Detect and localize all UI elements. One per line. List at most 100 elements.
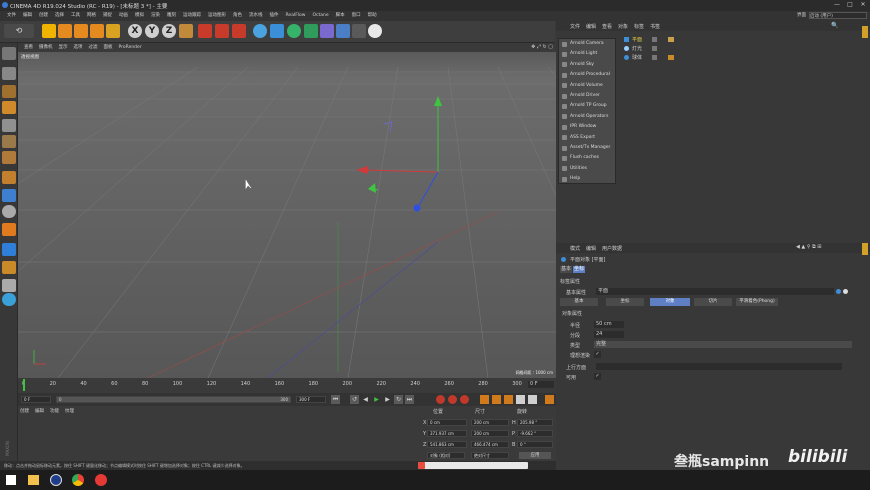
gizmo-x-axis[interactable]: [363, 169, 439, 173]
coord-mode-select[interactable]: 对象 (相对): [427, 452, 465, 459]
undo-icon[interactable]: ⟲: [4, 24, 34, 38]
apply-button[interactable]: 应用: [519, 452, 551, 459]
menu-create[interactable]: 创建: [39, 11, 48, 21]
ipr-window-item[interactable]: IPR Window: [559, 122, 617, 132]
menu-motion-tracking[interactable]: 运动跟踪: [183, 11, 201, 21]
menu-tools[interactable]: 工具: [71, 11, 80, 21]
planar-workplane-icon[interactable]: [2, 243, 16, 256]
arnold-driver-item[interactable]: Arnold Driver: [559, 91, 617, 101]
arnold-sky-item[interactable]: Arnold Sky: [559, 60, 617, 70]
rotate-icon[interactable]: [90, 24, 104, 38]
go-to-start-icon[interactable]: ⏮: [331, 395, 340, 404]
visibility-toggle-icon[interactable]: [652, 46, 657, 51]
next-frame-icon[interactable]: ▶: [383, 395, 392, 404]
visibility-toggle-icon[interactable]: [652, 55, 657, 60]
om-menu-objects[interactable]: 对象: [618, 23, 628, 30]
record-key-icon[interactable]: [436, 395, 445, 404]
attr-tab-object[interactable]: 对象: [650, 298, 690, 306]
viewport-menu-display[interactable]: 显示: [59, 43, 68, 52]
object-row[interactable]: 球体: [622, 54, 702, 62]
texture-mode-icon[interactable]: [2, 85, 16, 98]
camera-icon[interactable]: [352, 24, 366, 38]
arnold-camera-item[interactable]: Arnold Camera: [559, 39, 617, 49]
workplane-mode-icon[interactable]: [2, 101, 16, 114]
arnold-procedural-item[interactable]: Arnold Procedural: [559, 70, 617, 80]
keyframe-selection-icon[interactable]: [460, 395, 469, 404]
minimize-button[interactable]: —: [832, 1, 842, 9]
key-rotation-icon[interactable]: [504, 395, 513, 404]
viewport-menu-options[interactable]: 选项: [74, 43, 83, 52]
menu-select[interactable]: 选择: [55, 11, 64, 21]
viewport-menu-panel[interactable]: 面板: [104, 43, 113, 52]
menu-edit[interactable]: 编辑: [23, 11, 32, 21]
attr-tab-phong[interactable]: 平滑着色(Phong): [736, 298, 778, 306]
menu-help[interactable]: 帮助: [368, 11, 377, 21]
recent-tool-icon[interactable]: [106, 24, 120, 38]
deformer-icon[interactable]: [320, 24, 334, 38]
key-position-icon[interactable]: [480, 395, 489, 404]
perspective-viewport[interactable]: 透视视图 网格间距 : 1000 cm: [18, 52, 556, 378]
explorer-icon[interactable]: [28, 475, 39, 485]
model-mode-icon[interactable]: [2, 67, 16, 80]
viewport-nav-icons[interactable]: ✥ ⤢ ↻ ▢: [531, 43, 553, 52]
om-menu-edit[interactable]: 编辑: [586, 23, 596, 30]
points-mode-icon[interactable]: [2, 119, 16, 132]
ime-toolbar[interactable]: [418, 462, 528, 469]
menu-character[interactable]: 角色: [233, 11, 242, 21]
y-axis-lock-icon[interactable]: Y: [145, 24, 159, 38]
attr-name-field[interactable]: 平面: [596, 288, 834, 295]
ideal-render-checkbox[interactable]: ✓: [594, 351, 601, 358]
material-menu-function[interactable]: 功能: [50, 409, 59, 414]
frame-range-slider[interactable]: 0 300: [56, 396, 291, 403]
render-view-icon[interactable]: [198, 24, 212, 38]
position-x-field[interactable]: 0 cm: [427, 419, 467, 426]
viewport-menu-prorender[interactable]: ProRender: [119, 43, 142, 52]
position-z-field[interactable]: 541.863 cm: [427, 441, 467, 448]
menu-file[interactable]: 文件: [7, 11, 16, 21]
scale-icon[interactable]: [74, 24, 88, 38]
attr-tab-coord[interactable]: 坐标: [606, 298, 644, 306]
render-picture-viewer-icon[interactable]: [215, 24, 229, 38]
arnold-light-item[interactable]: Arnold Light: [559, 49, 617, 59]
rotation-h-field[interactable]: 205.98 °: [517, 419, 553, 426]
radius-field[interactable]: 50 cm: [594, 321, 624, 328]
gizmo-z-handle-icon[interactable]: [413, 204, 421, 212]
object-row[interactable]: 平面: [622, 36, 702, 44]
key-pla-icon[interactable]: [528, 395, 537, 404]
chrome-icon[interactable]: [72, 474, 84, 486]
material-menu-create[interactable]: 创建: [20, 409, 29, 414]
viewport-menu-filter[interactable]: 过滤: [89, 43, 98, 52]
subdivision-surface-icon[interactable]: [287, 24, 301, 38]
z-axis-lock-icon[interactable]: Z: [162, 24, 176, 38]
gizmo-z-axis[interactable]: [417, 171, 439, 208]
attr-link-icon[interactable]: [843, 289, 848, 294]
flush-caches-item[interactable]: Flush caches: [559, 153, 617, 163]
x-axis-lock-icon[interactable]: X: [128, 24, 142, 38]
arnold-operators-item[interactable]: Arnold Operators: [559, 112, 617, 122]
material-tag-icon[interactable]: [668, 37, 674, 42]
ass-export-item[interactable]: ASS Export: [559, 133, 617, 143]
mode-tab-coord[interactable]: 坐标: [573, 266, 585, 273]
menu-plugins[interactable]: 插件: [270, 11, 279, 21]
right-scroll-tab[interactable]: [862, 26, 868, 38]
sogou-ime-icon[interactable]: [418, 462, 425, 469]
up-facing-field[interactable]: [596, 363, 842, 370]
menu-octane[interactable]: Octane: [312, 11, 328, 21]
menu-realflow[interactable]: RealFlow: [286, 11, 306, 21]
viewport-menu-cameras[interactable]: 摄像机: [39, 43, 53, 52]
snap-icon[interactable]: [2, 205, 16, 218]
end-frame-field[interactable]: 300 F: [296, 396, 326, 403]
menu-window[interactable]: 窗口: [352, 11, 361, 21]
auto-key-icon[interactable]: [448, 395, 457, 404]
menu-pipeline[interactable]: 流水线: [249, 11, 263, 21]
size-z-field[interactable]: 466.474 cm: [471, 441, 509, 448]
gizmo-x-arrow-icon[interactable]: [356, 166, 368, 174]
next-key-icon[interactable]: ↻: [394, 395, 403, 404]
menu-sculpt[interactable]: 雕刻: [167, 11, 176, 21]
menu-render[interactable]: 渲染: [151, 11, 160, 21]
key-scale-icon[interactable]: [492, 395, 501, 404]
axis-mode-icon[interactable]: [2, 171, 16, 184]
cube-primitive-icon[interactable]: [253, 24, 267, 38]
live-selection-icon[interactable]: [42, 24, 56, 38]
edges-mode-icon[interactable]: [2, 135, 16, 148]
